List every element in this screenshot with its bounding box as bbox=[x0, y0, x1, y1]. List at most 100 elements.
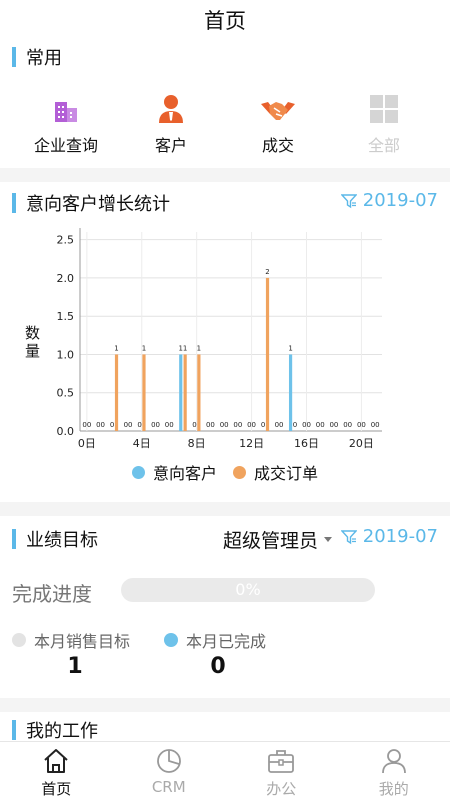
chart-data-label: 0 bbox=[137, 421, 141, 429]
chart-bar-intent bbox=[179, 354, 183, 431]
chart-data-label: 0 bbox=[110, 421, 114, 429]
x-tick-label: 4日 bbox=[133, 437, 151, 450]
growth-bar-chart: 0.00.51.01.52.02.50日 4日 8日 12日 16日 20日0 0 0 0 010… bbox=[57, 228, 382, 450]
quick-customer-label: 客户 bbox=[154, 136, 187, 155]
role-selector-text: 超级管理员 bbox=[222, 530, 318, 552]
quick-deal-label: 成交 bbox=[261, 136, 294, 155]
monthly-done-stat: 本月已完成 bbox=[164, 628, 266, 652]
progress-label: 完成进度 bbox=[12, 582, 92, 606]
y-tick-label: 1.0 bbox=[57, 348, 75, 361]
legend-dot-intent-customer bbox=[131, 465, 145, 479]
x-tick-label: 16日 bbox=[294, 437, 319, 450]
y-tick-label: 2.5 bbox=[57, 234, 75, 247]
briefcase-icon bbox=[225, 747, 338, 775]
monthly-target-dot bbox=[12, 633, 26, 647]
tab-office[interactable]: 办公 bbox=[225, 742, 338, 800]
x-tick-label: 8日 bbox=[188, 437, 206, 450]
monthly-target-value: 1 bbox=[67, 654, 83, 679]
page-title: 首页 bbox=[204, 9, 246, 33]
chart-legend: 意向客户 成交订单 bbox=[0, 460, 450, 484]
x-tick-label: 0日 bbox=[78, 437, 96, 450]
y-tick-label: 1.5 bbox=[57, 310, 75, 323]
chart-data-label: 0 bbox=[348, 421, 352, 429]
quick-company-search-label: 企业查询 bbox=[33, 136, 98, 155]
monthly-done-value: 0 bbox=[210, 654, 226, 679]
tab-crm[interactable]: CRM bbox=[113, 742, 226, 800]
monthly-done-label: 本月已完成 bbox=[186, 632, 267, 651]
chart-data-label: 0 bbox=[334, 421, 338, 429]
legend-item-intent-customer[interactable]: 意向客户 bbox=[131, 460, 217, 484]
x-tick-label: 20日 bbox=[349, 437, 374, 450]
chart-bar-deal bbox=[142, 354, 146, 431]
quick-all[interactable]: 全部 bbox=[329, 88, 439, 156]
chart-data-label: 0 bbox=[101, 421, 105, 429]
tab-mine[interactable]: 我的 bbox=[338, 742, 450, 800]
quick-company-search[interactable]: 企业查询 bbox=[11, 88, 121, 156]
home-icon bbox=[0, 747, 113, 775]
chart-data-label: 0 bbox=[361, 421, 365, 429]
legend-label-intent-customer: 意向客户 bbox=[152, 464, 217, 483]
chevron-down-icon bbox=[324, 537, 332, 542]
chart-data-label: 0 bbox=[261, 421, 265, 429]
chart-data-label: 0 bbox=[320, 421, 324, 429]
chart-data-label: 1 bbox=[288, 344, 292, 352]
chart-data-label: 1 bbox=[142, 344, 146, 352]
common-title-text: 常用 bbox=[26, 48, 62, 69]
chart-bar-intent bbox=[288, 354, 293, 431]
quick-all-label: 全部 bbox=[367, 136, 400, 155]
legend-label-deal-order: 成交订单 bbox=[254, 464, 319, 483]
chart-bar-deal bbox=[114, 354, 119, 431]
target-date-filter[interactable]: 2019-07 bbox=[340, 526, 438, 547]
chart-bar-deal bbox=[197, 354, 201, 431]
chart-data-label: 0 bbox=[155, 421, 159, 429]
bottom-tab-bar: 首页 CRM 办公 我的 bbox=[0, 741, 450, 800]
chart-data-label: 0 bbox=[169, 421, 173, 429]
chart-data-label: 0 bbox=[375, 421, 379, 429]
chart-data-label: 0 bbox=[293, 421, 297, 429]
y-tick-label: 0.0 bbox=[57, 425, 75, 438]
user-icon bbox=[338, 747, 450, 775]
chart-data-label: 0 bbox=[306, 421, 310, 429]
person-icon bbox=[116, 88, 226, 124]
section-accent-bar bbox=[12, 47, 16, 67]
section-accent-bar bbox=[12, 720, 16, 740]
tab-mine-label: 我的 bbox=[378, 780, 409, 798]
tab-home[interactable]: 首页 bbox=[0, 742, 113, 800]
work-title-text: 我的工作 bbox=[26, 721, 98, 742]
tab-crm-label: CRM bbox=[151, 778, 186, 796]
building-icon bbox=[11, 88, 121, 124]
y-tick-label: 0.5 bbox=[57, 387, 75, 400]
target-date-text: 2019-07 bbox=[362, 526, 438, 547]
chart-data-label: 1 bbox=[197, 344, 201, 352]
grid-icon bbox=[329, 88, 439, 124]
target-section: 业绩目标 超级管理员 2019-07 完成进度 0% 本月销售目标 1 本月已完… bbox=[0, 516, 450, 698]
section-accent-bar bbox=[12, 529, 16, 549]
chart-data-label: 2 bbox=[265, 268, 269, 276]
role-selector[interactable]: 超级管理员 bbox=[223, 526, 332, 553]
chart-data-label: 0 bbox=[224, 421, 228, 429]
chart-bar-deal bbox=[265, 277, 270, 431]
pie-chart-icon bbox=[113, 747, 226, 775]
chart-data-label: 0 bbox=[238, 421, 242, 429]
legend-item-deal-order[interactable]: 成交订单 bbox=[233, 460, 318, 484]
chart-data-label: 0 bbox=[192, 421, 196, 429]
tab-office-label: 办公 bbox=[266, 780, 297, 798]
app-header: 首页 bbox=[0, 0, 450, 40]
monthly-target-stat: 本月销售目标 bbox=[12, 628, 130, 652]
work-section-title: 我的工作 bbox=[12, 717, 98, 743]
chart-bar-deal bbox=[183, 354, 187, 431]
quick-customer[interactable]: 客户 bbox=[116, 88, 226, 156]
chart-data-label: 1 bbox=[114, 344, 118, 352]
chart-data-label: 0 bbox=[252, 421, 256, 429]
progress-bar: 0% bbox=[121, 578, 375, 602]
monthly-target-label: 本月销售目标 bbox=[34, 632, 131, 651]
handshake-icon bbox=[223, 88, 333, 124]
chart-data-label: 1 bbox=[183, 344, 187, 352]
quick-deal[interactable]: 成交 bbox=[223, 88, 333, 156]
target-title-text: 业绩目标 bbox=[26, 530, 98, 551]
chart-data-label: 0 bbox=[128, 421, 132, 429]
chart-data-label: 0 bbox=[210, 421, 214, 429]
target-section-title: 业绩目标 bbox=[12, 526, 98, 552]
legend-dot-deal-order bbox=[233, 465, 246, 479]
chart-data-label: 0 bbox=[279, 421, 283, 429]
